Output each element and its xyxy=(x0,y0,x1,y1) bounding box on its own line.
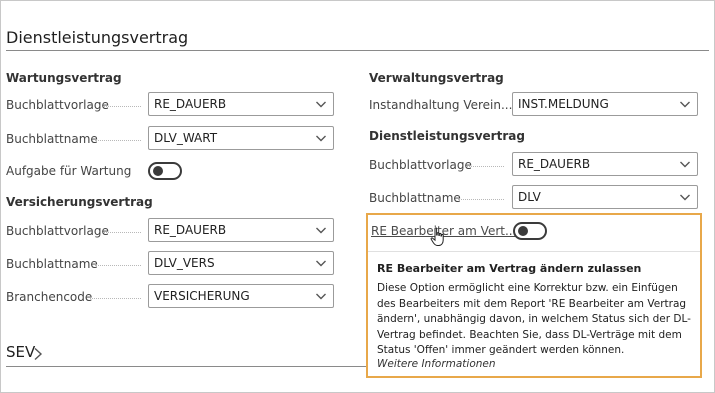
dotted-leader xyxy=(103,232,141,233)
field-label-dl-buchblattname: Buchblattname xyxy=(369,191,461,205)
select-value: RE_DAUERB xyxy=(518,157,591,171)
select-branchencode[interactable]: VERSICHERUNG xyxy=(148,284,334,308)
tooltip-title: RE Bearbeiter am Vertrag ändern zulassen xyxy=(377,262,642,275)
sev-section-title[interactable]: SEV xyxy=(6,343,35,361)
hand-cursor-icon xyxy=(430,227,444,246)
chevron-down-icon xyxy=(316,135,326,142)
select-dl-buchblattvorlage[interactable]: RE_DAUERB xyxy=(512,152,698,176)
select-versicherung-buchblattvorlage[interactable]: RE_DAUERB xyxy=(148,218,334,242)
dotted-leader xyxy=(466,166,504,167)
dotted-leader xyxy=(458,199,504,200)
select-wartung-buchblattname[interactable]: DLV_WART xyxy=(148,126,334,150)
select-value: INST.MELDUNG xyxy=(518,97,609,111)
more-info-link[interactable]: Weitere Informationen xyxy=(377,358,496,370)
field-label-branchencode: Branchencode xyxy=(6,290,93,304)
select-value: VERSICHERUNG xyxy=(154,289,250,303)
field-label-versicherung-buchblattname: Buchblattname xyxy=(6,257,98,271)
group-title-versicherungsvertrag: Versicherungsvertrag xyxy=(6,195,153,209)
select-versicherung-buchblattname[interactable]: DLV_VERS xyxy=(148,251,334,275)
sev-divider xyxy=(6,366,366,367)
toggle-knob xyxy=(153,166,163,176)
select-dl-buchblattname[interactable]: DLV xyxy=(512,185,698,209)
section-title[interactable]: Dienstleistungsvertrag xyxy=(6,28,188,47)
toggle-aufgabe-fuer-wartung[interactable] xyxy=(148,162,182,180)
field-tooltip-popup: RE Bearbeiter am Vert... RE Bearbeiter a… xyxy=(366,213,702,378)
select-instandhaltung[interactable]: INST.MELDUNG xyxy=(512,92,698,116)
group-title-verwaltungsvertrag: Verwaltungsvertrag xyxy=(369,71,504,85)
tooltip-divider xyxy=(368,251,700,252)
chevron-down-icon xyxy=(680,194,690,201)
chevron-down-icon xyxy=(316,293,326,300)
chevron-down-icon xyxy=(316,227,326,234)
field-label-versicherung-buchblattvorlage: Buchblattvorlage xyxy=(6,224,109,238)
dotted-leader xyxy=(103,106,141,107)
chevron-down-icon xyxy=(316,101,326,108)
field-label-aufgabe-fuer-wartung: Aufgabe für Wartung xyxy=(6,164,132,178)
field-label-instandhaltung: Instandhaltung Verein... xyxy=(369,98,513,112)
toggle-re-bearbeiter[interactable] xyxy=(513,222,547,240)
dotted-leader xyxy=(95,265,141,266)
select-value: RE_DAUERB xyxy=(154,223,227,237)
chevron-right-icon[interactable] xyxy=(33,347,43,361)
group-title-dienstleistungsvertrag: Dienstleistungsvertrag xyxy=(369,129,525,143)
select-value: DLV xyxy=(518,190,541,204)
field-label-wartung-buchblattname: Buchblattname xyxy=(6,132,98,146)
dotted-leader xyxy=(90,298,141,299)
section-divider xyxy=(6,50,709,51)
select-value: RE_DAUERB xyxy=(154,97,227,111)
select-wartung-buchblattvorlage[interactable]: RE_DAUERB xyxy=(148,92,334,116)
select-value: DLV_WART xyxy=(154,131,218,145)
toggle-knob xyxy=(518,226,528,236)
chevron-down-icon xyxy=(316,260,326,267)
field-label-dl-buchblattvorlage: Buchblattvorlage xyxy=(369,158,472,172)
select-value: DLV_VERS xyxy=(154,256,215,270)
field-label-wartung-buchblattvorlage: Buchblattvorlage xyxy=(6,98,109,112)
dotted-leader xyxy=(95,140,141,141)
tooltip-body: Diese Option ermöglicht eine Korrektur b… xyxy=(377,282,691,356)
group-title-wartungsvertrag: Wartungsvertrag xyxy=(6,71,122,85)
chevron-down-icon xyxy=(680,161,690,168)
chevron-down-icon xyxy=(680,101,690,108)
